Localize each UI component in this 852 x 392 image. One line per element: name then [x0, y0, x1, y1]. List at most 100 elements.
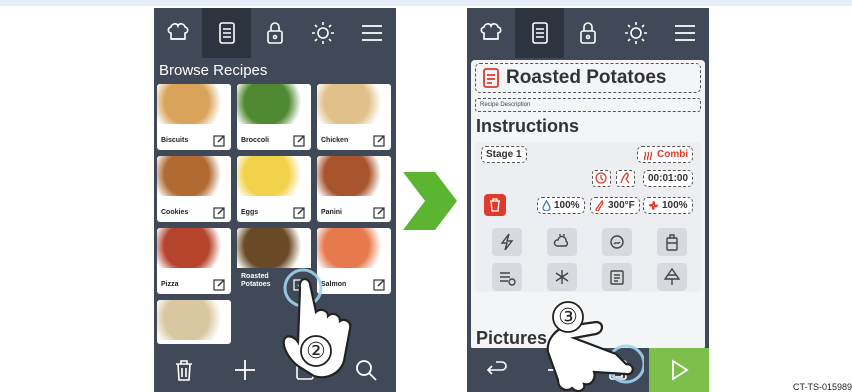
recipe-card[interactable]: Eggs	[237, 156, 311, 222]
double-chevron-right-icon	[403, 172, 457, 230]
nav-lock-button[interactable]	[564, 8, 612, 58]
recipe-name: Chicken	[321, 137, 349, 144]
nav-chef-button[interactable]	[154, 8, 202, 58]
fan-speed-value: 100%	[662, 200, 688, 211]
brightness-icon	[312, 22, 335, 44]
browse-recipes-title: Browse Recipes	[159, 62, 268, 79]
combi-steam-icon	[643, 151, 653, 160]
smoke-setting-button[interactable]	[602, 228, 632, 256]
recipe-icon	[483, 68, 499, 88]
nav-menu-button[interactable]	[661, 8, 709, 58]
recipe-photo	[157, 228, 231, 268]
recipe-photo	[317, 228, 391, 268]
timer-mode-button[interactable]	[592, 170, 611, 187]
nav-lock-button[interactable]	[251, 8, 299, 58]
fan-icon	[649, 201, 658, 210]
nav-brightness-button[interactable]	[612, 8, 660, 58]
edit-icon[interactable]	[213, 278, 226, 291]
nav-recipes-button[interactable]	[202, 8, 251, 58]
recipe-name: Biscuits	[161, 137, 189, 144]
plus-icon	[234, 360, 255, 380]
recipe-photo	[157, 84, 231, 124]
play-icon	[671, 359, 689, 381]
delete-button[interactable]	[154, 348, 215, 392]
container-icon	[666, 234, 678, 251]
edit-icon[interactable]	[293, 134, 306, 147]
recipe-title-field[interactable]: Roasted Potatoes	[475, 63, 701, 93]
recipe-photo	[317, 84, 391, 124]
recipe-card[interactable]: Chicken	[317, 84, 391, 150]
recipe-photo	[157, 300, 231, 340]
temperature-field[interactable]: 300°F	[590, 197, 640, 214]
chef-hat-icon	[167, 23, 189, 40]
recipe-name: Eggs	[241, 209, 259, 216]
recipe-title: Roasted Potatoes	[506, 67, 667, 88]
recipe-card[interactable]	[157, 300, 231, 344]
cool-down-icon	[555, 270, 569, 284]
recipe-card-button[interactable]	[602, 263, 632, 291]
add-button[interactable]	[215, 348, 276, 392]
menu-icon	[674, 25, 695, 41]
recipe-card[interactable]: Cookies	[157, 156, 231, 222]
edit-icon[interactable]	[373, 206, 386, 219]
humidity-value: 100%	[554, 200, 580, 211]
preheat-button[interactable]	[492, 228, 522, 256]
tap-hand-icon: ③	[546, 301, 644, 392]
recipe-photo	[317, 156, 391, 196]
edit-icon[interactable]	[213, 206, 226, 219]
trash-icon	[176, 360, 193, 381]
top-nav	[154, 8, 396, 58]
trash-icon	[490, 198, 500, 212]
cook-mode-button[interactable]: Combi	[637, 146, 694, 163]
menu-icon	[361, 25, 382, 41]
temperature-value: 300°F	[608, 200, 635, 211]
nav-brightness-button[interactable]	[299, 8, 347, 58]
clock-icon	[595, 172, 607, 184]
edit-icon[interactable]	[213, 134, 226, 147]
probe-mode-button[interactable]	[616, 170, 635, 187]
recipe-photo	[237, 156, 311, 196]
recipe-card[interactable]: Panini	[317, 156, 391, 222]
recipe-card[interactable]: Pizza	[157, 228, 231, 294]
step-three-badge: ③	[558, 305, 578, 330]
document-id: CT-TS-015989	[792, 382, 852, 392]
delete-stage-button[interactable]	[484, 194, 506, 216]
cool-down-button[interactable]	[547, 263, 577, 291]
brightness-icon	[625, 22, 648, 44]
stage-card: Stage 1 Combi 00:01:00 100% 300°F 100%	[475, 142, 701, 292]
recipe-description-field[interactable]: Recipe Description	[475, 98, 701, 112]
lock-icon	[580, 22, 596, 44]
hold-setting-button[interactable]	[657, 228, 687, 256]
lock-icon	[267, 22, 283, 44]
recipe-book-icon	[531, 22, 548, 44]
recipe-card[interactable]: Biscuits	[157, 84, 231, 150]
nav-menu-button[interactable]	[348, 8, 396, 58]
step-two-badge: ②	[306, 339, 326, 364]
edit-icon[interactable]	[293, 206, 306, 219]
back-button[interactable]	[467, 348, 528, 392]
recipe-photo	[237, 228, 311, 268]
recipe-name: Panini	[321, 209, 343, 216]
chef-hat-icon	[480, 23, 502, 40]
humidity-field[interactable]: 100%	[537, 197, 585, 214]
recipe-card[interactable]: Broccoli	[237, 84, 311, 150]
recipe-photo	[237, 84, 311, 124]
recipe-name: Cookies	[161, 209, 189, 216]
tutorial-figure: Browse Recipes Biscuits Broccoli Chicken Co…	[0, 0, 852, 392]
rack-button[interactable]	[657, 263, 687, 291]
nav-recipes-button[interactable]	[515, 8, 564, 58]
stage-label[interactable]: Stage 1	[481, 146, 527, 163]
steam-setting-button[interactable]	[547, 228, 577, 256]
time-field[interactable]: 00:01:00	[643, 170, 694, 187]
edit-icon[interactable]	[373, 134, 386, 147]
nav-chef-button[interactable]	[467, 8, 515, 58]
recipe-card-icon	[610, 270, 624, 285]
edit-icon[interactable]	[373, 278, 386, 291]
fan-speed-field[interactable]: 100%	[643, 197, 693, 214]
delta-temp-button[interactable]	[492, 263, 522, 291]
recipe-photo	[157, 156, 231, 196]
layers-timer-icon	[500, 272, 516, 286]
start-cooking-button[interactable]	[648, 348, 709, 392]
undo-arrow-icon	[487, 361, 508, 375]
thermometer-icon	[595, 200, 604, 211]
